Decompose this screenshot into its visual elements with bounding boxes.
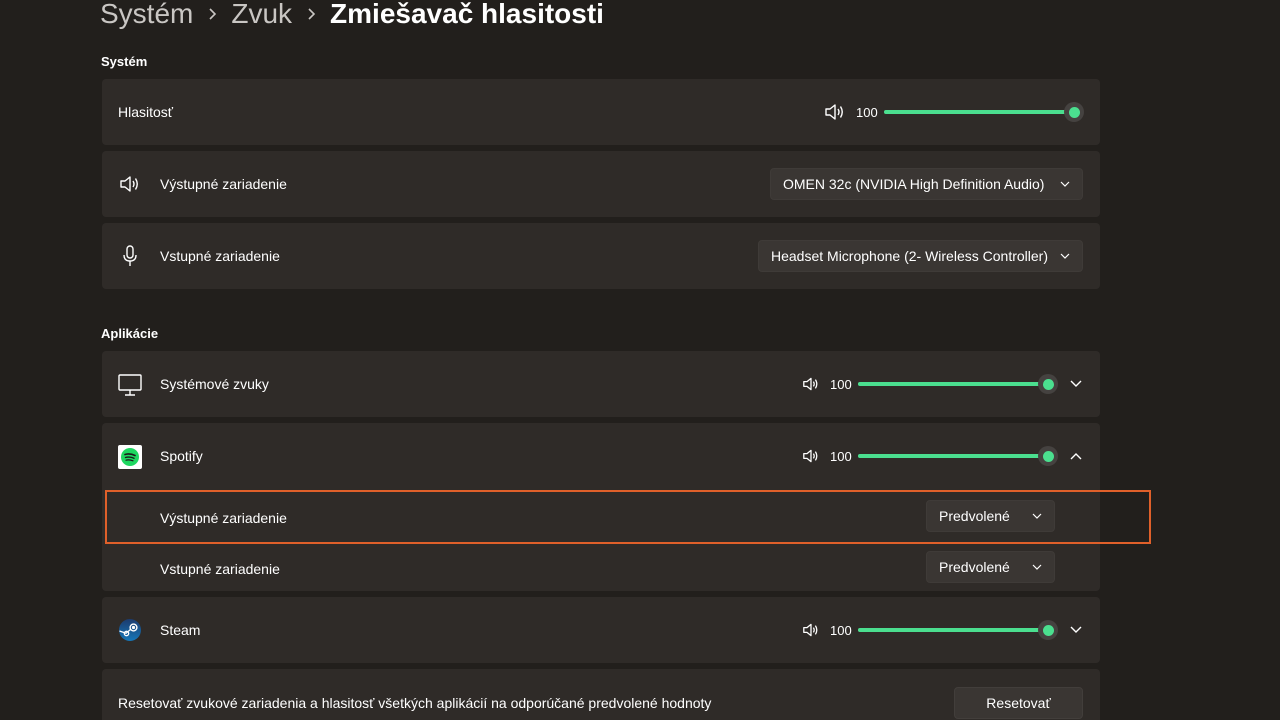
app-name: Spotify [160,448,203,464]
system-input-card: Vstupné zariadenie Headset Microphone (2… [102,223,1100,289]
app-volume-value: 100 [830,376,852,392]
system-volume-card: Hlasitosť 100 [102,79,1100,145]
slider-thumb[interactable] [1064,102,1084,122]
steam-icon [118,618,142,642]
chevron-down-icon [1032,564,1042,570]
chevron-up-icon[interactable] [1064,444,1088,468]
system-input-label: Vstupné zariadenie [160,248,280,264]
app-volume-control: 100 [802,374,1058,394]
system-output-label: Výstupné zariadenie [160,176,287,192]
spotify-input-label: Vstupné zariadenie [160,561,280,577]
page-title: Zmiešavač hlasitosti [330,0,604,29]
volume-mixer-page: Systém Zvuk Zmiešavač hlasitosti Systém … [0,0,1280,720]
highlight-box [105,490,1151,544]
reset-card: Resetovať zvukové zariadenia a hlasitosť… [102,669,1100,720]
breadcrumb: Systém Zvuk Zmiešavač hlasitosti [100,0,604,34]
chevron-down-icon [1060,181,1070,187]
app-volume-value: 100 [830,448,852,464]
app-volume-slider[interactable] [858,446,1058,466]
spotify-input-dropdown[interactable]: Predvolené [926,551,1055,583]
chevron-down-icon[interactable] [1064,372,1088,396]
microphone-icon [118,245,142,267]
system-input-selected: Headset Microphone (2- Wireless Controll… [771,248,1048,264]
chevron-down-icon [1060,253,1070,259]
section-title-system: Systém [101,54,148,69]
system-output-selected: OMEN 32c (NVIDIA High Definition Audio) [783,176,1045,192]
system-output-dropdown[interactable]: OMEN 32c (NVIDIA High Definition Audio) [770,168,1083,200]
section-title-apps: Aplikácie [101,326,159,341]
app-volume-control: 100 [802,446,1058,466]
app-volume-slider[interactable] [858,374,1058,394]
system-volume-label: Hlasitosť [118,104,174,120]
system-volume-control: 100 [824,102,1084,122]
system-volume-value: 100 [856,104,878,120]
app-volume-control: 100 [802,620,1058,640]
monitor-icon [116,372,144,398]
app-volume-value: 100 [830,622,852,638]
app-card-steam: Steam 100 [102,597,1100,663]
speaker-icon[interactable] [802,622,820,638]
app-name: Systémové zvuky [160,376,269,392]
speaker-icon [118,173,142,195]
slider-thumb[interactable] [1038,620,1058,640]
reset-label: Resetovať zvukové zariadenia a hlasitosť… [118,695,712,711]
app-name: Steam [160,622,201,638]
system-output-card: Výstupné zariadenie OMEN 32c (NVIDIA Hig… [102,151,1100,217]
slider-thumb[interactable] [1038,374,1058,394]
spotify-input-selected: Predvolené [939,559,1010,575]
chevron-right-icon [306,7,316,21]
breadcrumb-system[interactable]: Systém [100,0,193,34]
speaker-icon[interactable] [824,102,846,122]
breadcrumb-sound[interactable]: Zvuk [231,0,292,34]
slider-thumb[interactable] [1038,446,1058,466]
reset-button[interactable]: Resetovať [954,687,1083,719]
system-volume-slider[interactable] [884,102,1084,122]
spotify-icon [118,445,142,469]
speaker-icon[interactable] [802,448,820,464]
app-volume-slider[interactable] [858,620,1058,640]
system-input-dropdown[interactable]: Headset Microphone (2- Wireless Controll… [758,240,1083,272]
chevron-down-icon[interactable] [1064,618,1088,642]
speaker-icon[interactable] [802,376,820,392]
app-card-system-sounds: Systémové zvuky 100 [102,351,1100,417]
chevron-right-icon [207,7,217,21]
